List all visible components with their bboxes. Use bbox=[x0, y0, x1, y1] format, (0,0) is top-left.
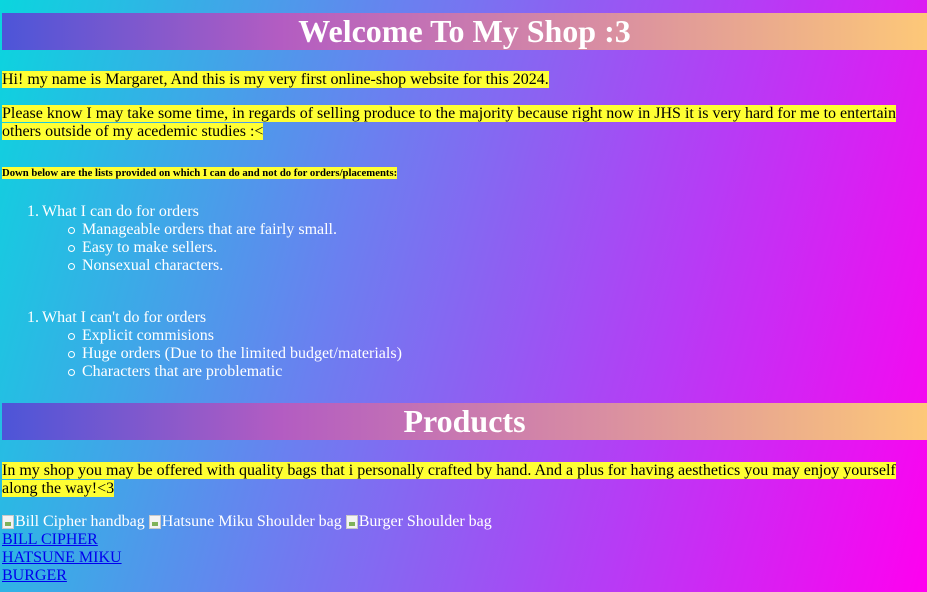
list-item: Explicit commisions bbox=[68, 327, 402, 345]
products-heading: Products bbox=[2, 403, 927, 440]
lists-heading-text: Down below are the lists provided on whi… bbox=[2, 167, 398, 179]
products-paragraph: In my shop you may be offered with quali… bbox=[2, 462, 912, 498]
notice-paragraph: Please know I may take some time, in reg… bbox=[2, 105, 912, 141]
broken-image-icon bbox=[345, 515, 358, 529]
product-image-bill-cipher: Bill Cipher handbag bbox=[2, 513, 145, 531]
cannot-do-title-text: What I can't do for orders bbox=[42, 309, 207, 326]
can-do-list-title: 1. What I can do for orders bbox=[27, 203, 337, 221]
broken-image-icon bbox=[2, 515, 14, 529]
broken-image-icon bbox=[148, 515, 161, 529]
link-burger[interactable]: BURGER bbox=[2, 567, 122, 585]
product-links: BILL CIPHER HATSUNE MIKU BURGER bbox=[2, 531, 122, 585]
image-alt-text: Hatsune Miku Shoulder bag bbox=[161, 513, 342, 530]
product-image-hatsune-miku: Hatsune Miku Shoulder bag bbox=[148, 513, 342, 531]
list-number: 1. bbox=[27, 203, 39, 220]
can-do-title-text: What I can do for orders bbox=[42, 203, 199, 220]
list-item: Characters that are problematic bbox=[68, 363, 402, 381]
page-title: Welcome To My Shop :3 bbox=[2, 13, 927, 50]
cannot-do-items: Explicit commisions Huge orders (Due to … bbox=[27, 327, 402, 381]
link-bill-cipher[interactable]: BILL CIPHER bbox=[2, 531, 122, 549]
cannot-do-list-title: 1. What I can't do for orders bbox=[27, 309, 402, 327]
intro-paragraph: Hi! my name is Margaret, And this is my … bbox=[2, 71, 912, 89]
can-do-list: 1. What I can do for orders Manageable or… bbox=[27, 203, 337, 275]
list-item: Easy to make sellers. bbox=[68, 239, 337, 257]
can-do-items: Manageable orders that are fairly small.… bbox=[27, 221, 337, 275]
product-image-burger: Burger Shoulder bag bbox=[345, 513, 492, 531]
cannot-do-list: 1. What I can't do for orders Explicit co… bbox=[27, 309, 402, 381]
lists-heading: Down below are the lists provided on whi… bbox=[2, 166, 398, 180]
intro-greeting: Hi! my name is Margaret, And this is my … bbox=[2, 71, 549, 88]
list-item: Huge orders (Due to the limited budget/m… bbox=[68, 345, 402, 362]
list-item: Nonsexual characters. bbox=[68, 257, 337, 275]
products-description: In my shop you may be offered with quali… bbox=[2, 462, 896, 497]
image-alt-text: Bill Cipher handbag bbox=[15, 513, 145, 530]
link-hatsune-miku[interactable]: HATSUNE MIKU bbox=[2, 549, 122, 567]
image-alt-text: Burger Shoulder bag bbox=[358, 513, 492, 530]
list-item: Manageable orders that are fairly small. bbox=[68, 221, 337, 238]
notice-text: Please know I may take some time, in reg… bbox=[2, 105, 896, 140]
list-number: 1. bbox=[27, 309, 39, 326]
